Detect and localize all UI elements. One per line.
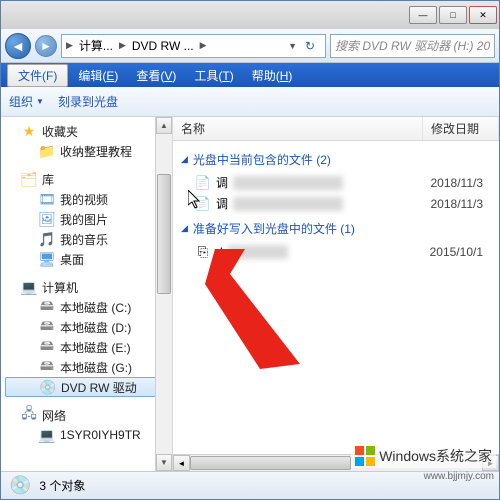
breadcrumb-segment[interactable]: 计算... <box>75 37 117 54</box>
folder-icon: 📁 <box>39 143 55 159</box>
disk-icon: 🖴 <box>39 299 55 315</box>
nav-back-button[interactable]: ◄ <box>5 33 31 59</box>
sidebar-item-disk-d[interactable]: 🖴本地磁盘 (D:) <box>1 317 172 337</box>
chevron-right-icon: ▶ <box>66 40 73 51</box>
sidebar-item-dvd[interactable]: 💿DVD RW 驱动 <box>5 377 168 397</box>
sidebar-item-desktop[interactable]: 🖥桌面 <box>1 249 172 269</box>
sidebar-item-music[interactable]: 🎵我的音乐 <box>1 229 172 249</box>
watermark-url: www.bjjmjy.com <box>424 471 494 482</box>
computer-icon: 💻 <box>21 279 37 295</box>
file-date: 2018/11/3 <box>431 197 492 211</box>
sidebar-scrollbar[interactable]: ▲ ▼ <box>155 117 172 471</box>
content-pane: 名称 修改日期 ◢光盘中当前包含的文件 (2) 📄调2018/11/3 📄调20… <box>173 117 499 471</box>
sidebar-item-pictures[interactable]: 🖼我的图片 <box>1 209 172 229</box>
sidebar-item-disk-c[interactable]: 🖴本地磁盘 (C:) <box>1 297 172 317</box>
disk-icon: 🖴 <box>39 359 55 375</box>
column-name[interactable]: 名称 <box>173 117 423 140</box>
breadcrumb-segment[interactable]: DVD RW ... <box>128 39 198 53</box>
nav-forward-button[interactable]: ► <box>35 35 57 57</box>
watermark-text: Windows系统之家 <box>379 446 492 466</box>
search-input[interactable]: 搜索 DVD RW 驱动器 (H:) 20 <box>330 34 495 58</box>
burn-button[interactable]: 刻录到光盘 <box>58 93 118 110</box>
picture-icon: 🖼 <box>39 211 55 227</box>
chevron-down-icon[interactable]: ▼ <box>288 41 297 51</box>
column-header-row: 名称 修改日期 <box>173 117 499 141</box>
close-button[interactable]: ✕ <box>469 6 497 24</box>
refresh-icon[interactable]: ↻ <box>299 39 321 53</box>
disk-icon: 🖴 <box>39 319 55 335</box>
star-icon: ★ <box>21 123 37 139</box>
minimize-button[interactable]: — <box>409 6 437 24</box>
chevron-down-icon: ▼ <box>36 97 44 106</box>
file-row[interactable]: ⎘d2015/10/1 <box>181 241 491 262</box>
scroll-thumb[interactable] <box>157 174 171 294</box>
breadcrumb[interactable]: ▶ 计算... ▶ DVD RW ... ▶ ▼ ↻ <box>61 34 326 58</box>
menu-file[interactable]: 文件(F) <box>7 64 68 87</box>
watermark: Windows系统之家 <box>351 444 496 468</box>
chevron-right-icon: ▶ <box>200 40 207 51</box>
file-row[interactable]: 📄调2018/11/3 <box>181 172 491 193</box>
computer-icon: 💻 <box>39 427 55 443</box>
organize-button[interactable]: 组织 ▼ <box>9 93 44 110</box>
sidebar-item-computer[interactable]: 💻计算机 <box>1 277 172 297</box>
document-icon: 📄 <box>195 196 211 212</box>
scroll-down-button[interactable]: ▼ <box>156 454 172 471</box>
video-icon: 🎞 <box>39 191 55 207</box>
sidebar-item-libraries[interactable]: 🗂库 <box>1 169 172 189</box>
status-text: 3 个对象 <box>39 477 85 494</box>
music-icon: 🎵 <box>39 231 55 247</box>
column-date[interactable]: 修改日期 <box>423 117 499 140</box>
menu-bar: 文件(F) 编辑(E) 查看(V) 工具(T) 帮助(H) <box>1 63 499 87</box>
scroll-up-button[interactable]: ▲ <box>156 117 172 134</box>
redacted-text <box>233 176 343 190</box>
search-placeholder: 搜索 DVD RW 驱动器 (H:) 20 <box>335 37 490 54</box>
sidebar-item-disk-g[interactable]: 🖴本地磁盘 (G:) <box>1 357 172 377</box>
nav-bar: ◄ ► ▶ 计算... ▶ DVD RW ... ▶ ▼ ↻ 搜索 DVD RW… <box>1 29 499 63</box>
sidebar-item-favorites[interactable]: ★收藏夹 <box>1 121 172 141</box>
file-date: 2018/11/3 <box>431 176 492 190</box>
dvd-icon: 💿 <box>40 379 56 395</box>
file-row[interactable]: 📄调2018/11/3 <box>181 193 491 214</box>
maximize-button[interactable]: □ <box>439 6 467 24</box>
scroll-thumb[interactable] <box>190 456 351 470</box>
network-icon: 🖧 <box>21 407 37 423</box>
menu-help[interactable]: 帮助(H) <box>244 65 301 86</box>
windows-logo-icon <box>355 446 375 466</box>
dvd-icon: 💿 <box>9 475 31 496</box>
document-icon: 📄 <box>195 175 211 191</box>
sidebar-item-disk-e[interactable]: 🖴本地磁盘 (E:) <box>1 337 172 357</box>
toolbar: 组织 ▼ 刻录到光盘 <box>1 87 499 117</box>
menu-tools[interactable]: 工具(T) <box>186 65 241 86</box>
redacted-text <box>228 245 288 259</box>
file-icon: ⎘ <box>195 244 211 260</box>
chevron-right-icon: ▶ <box>119 40 126 51</box>
titlebar: — □ ✕ <box>1 1 499 29</box>
redacted-text <box>233 197 343 211</box>
chevron-down-icon: ◢ <box>181 154 188 165</box>
disk-icon: 🖴 <box>39 339 55 355</box>
sidebar-item-folder[interactable]: 📁收纳整理教程 <box>1 141 172 161</box>
sidebar-item-network[interactable]: 🖧网络 <box>1 405 172 425</box>
file-date: 2015/10/1 <box>430 245 491 259</box>
desktop-icon: 🖥 <box>39 251 55 267</box>
sidebar-item-videos[interactable]: 🎞我的视频 <box>1 189 172 209</box>
menu-view[interactable]: 查看(V) <box>128 65 184 86</box>
chevron-down-icon: ◢ <box>181 223 188 234</box>
sidebar: ★收藏夹 📁收纳整理教程 🗂库 🎞我的视频 🖼我的图片 🎵我的音乐 🖥桌面 💻计… <box>1 117 173 471</box>
group-header[interactable]: ◢准备好写入到光盘中的文件 (1) <box>181 214 491 241</box>
sidebar-item-network-pc[interactable]: 💻1SYR0IYH9TR <box>1 425 172 445</box>
menu-edit[interactable]: 编辑(E) <box>70 65 126 86</box>
library-icon: 🗂 <box>21 171 37 187</box>
group-header[interactable]: ◢光盘中当前包含的文件 (2) <box>181 145 491 172</box>
scroll-left-button[interactable]: ◄ <box>173 455 190 471</box>
